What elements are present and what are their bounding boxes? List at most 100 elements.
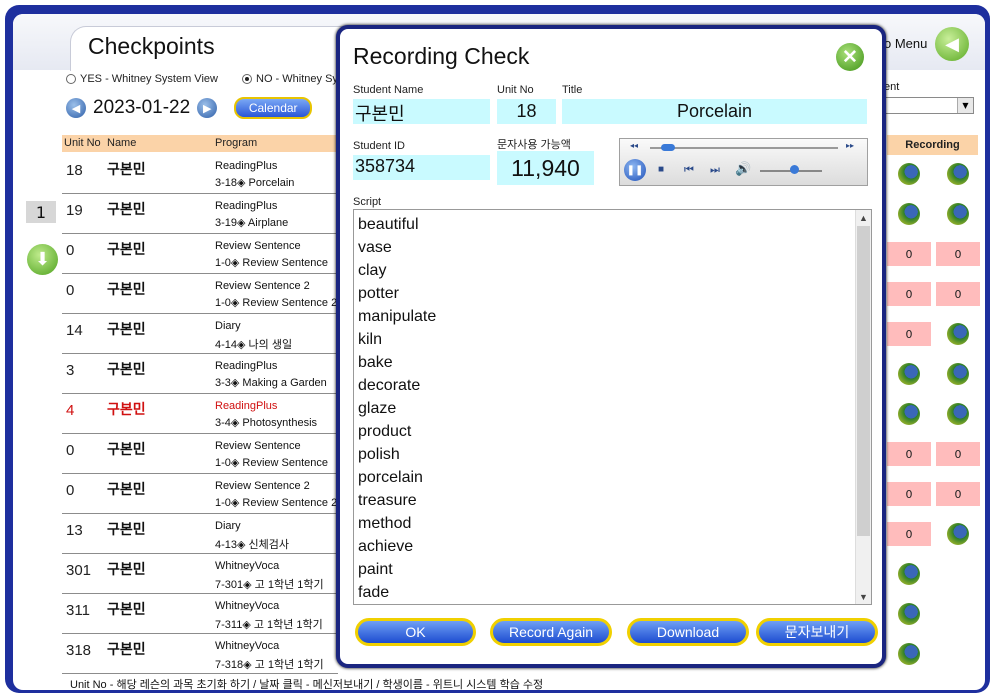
view-option-no[interactable]: NO - Whitney Sy xyxy=(242,73,338,85)
script-scrollbar[interactable]: ▲ ▼ xyxy=(855,210,871,604)
recording-cell[interactable] xyxy=(935,161,981,187)
back-arrow-icon[interactable]: ◀ xyxy=(935,27,969,61)
row-student-name[interactable]: 구본민 xyxy=(107,519,146,539)
recording-cell[interactable] xyxy=(935,321,981,347)
close-icon[interactable]: ✕ xyxy=(836,43,864,71)
microphone-icon[interactable] xyxy=(898,603,920,625)
row-lesson: 4-13◈ 신체검사 xyxy=(215,539,290,551)
row-student-name[interactable]: 구본민 xyxy=(107,599,146,619)
playback-position-knob[interactable] xyxy=(661,144,676,151)
scroll-thumb[interactable] xyxy=(857,226,870,536)
script-word: paint xyxy=(358,561,393,578)
recording-cell[interactable] xyxy=(886,161,932,187)
sms-balance-field: 11,940 xyxy=(497,151,594,185)
chevron-down-icon[interactable]: ▼ xyxy=(957,98,973,113)
row-unit-no[interactable]: 18 xyxy=(66,162,83,179)
microphone-icon[interactable] xyxy=(898,163,920,185)
row-program: Diary xyxy=(215,320,241,332)
row-unit-no[interactable]: 311 xyxy=(66,602,90,619)
microphone-icon[interactable] xyxy=(947,403,969,425)
row-student-name[interactable]: 구본민 xyxy=(107,359,146,379)
next-date-icon[interactable]: ▶ xyxy=(197,98,218,118)
row-unit-no[interactable]: 19 xyxy=(66,202,83,219)
next-icon[interactable]: ⏭ xyxy=(710,164,720,177)
microphone-icon[interactable] xyxy=(898,363,920,385)
chevron-up-icon[interactable]: ▲ xyxy=(856,210,871,225)
recording-cell[interactable] xyxy=(886,601,932,627)
microphone-icon[interactable] xyxy=(947,203,969,225)
row-unit-no[interactable]: 4 xyxy=(66,402,74,419)
table-row: 3 구본민 ReadingPlus 3-3◈ Making a Garden xyxy=(62,353,338,394)
menu-label[interactable]: o Menu xyxy=(884,36,927,51)
recording-count-cell: 0 xyxy=(886,321,932,347)
microphone-icon[interactable] xyxy=(947,323,969,345)
row-unit-no[interactable]: 0 xyxy=(66,482,74,499)
recording-cell[interactable] xyxy=(935,521,981,547)
row-student-name[interactable]: 구본민 xyxy=(107,279,146,299)
fast-forward-icon[interactable]: ▸▸ xyxy=(846,141,854,150)
script-word: product xyxy=(358,423,412,440)
prev-date-icon[interactable]: ◀ xyxy=(66,98,86,118)
row-student-name[interactable]: 구본민 xyxy=(107,319,146,339)
row-student-name[interactable]: 구본민 xyxy=(107,159,146,179)
previous-icon[interactable]: ⏮ xyxy=(684,164,694,177)
microphone-icon[interactable] xyxy=(947,523,969,545)
send-sms-button[interactable]: 문자보내기 xyxy=(756,618,878,646)
row-lesson: 7-311◈ 고 1학년 1학기 xyxy=(215,619,323,631)
pause-icon[interactable]: ❚❚ xyxy=(624,159,646,181)
row-student-name[interactable]: 구본민 xyxy=(107,479,146,499)
microphone-icon[interactable] xyxy=(947,163,969,185)
recording-cell[interactable] xyxy=(886,201,932,227)
row-student-name[interactable]: 구본민 xyxy=(107,439,146,459)
ok-button[interactable]: OK xyxy=(355,618,476,646)
row-program: WhitneyVoca xyxy=(215,600,280,612)
microphone-icon[interactable] xyxy=(898,403,920,425)
row-student-name[interactable]: 구본민 xyxy=(107,639,146,659)
recording-cell[interactable] xyxy=(886,361,932,387)
row-student-name[interactable]: 구본민 xyxy=(107,399,146,419)
row-unit-no[interactable]: 3 xyxy=(66,362,74,379)
row-unit-no[interactable]: 0 xyxy=(66,282,74,299)
unit-no-label: Unit No xyxy=(497,84,534,96)
script-textarea[interactable]: beautiful vase clay potter manipulate kiln bak… xyxy=(353,209,872,605)
right-filter-select[interactable]: ▼ xyxy=(884,97,974,114)
row-unit-no[interactable]: 318 xyxy=(66,642,91,659)
download-button[interactable]: Download xyxy=(627,618,749,646)
row-student-name[interactable]: 구본민 xyxy=(107,559,146,579)
recording-cell[interactable] xyxy=(935,361,981,387)
microphone-icon[interactable] xyxy=(898,563,920,585)
volume-icon[interactable]: 🔊 xyxy=(735,161,751,177)
microphone-icon[interactable] xyxy=(898,643,920,665)
row-student-name[interactable]: 구본민 xyxy=(107,199,146,219)
recording-count-cell: 0 xyxy=(886,281,932,307)
microphone-icon[interactable] xyxy=(947,363,969,385)
recording-cell[interactable] xyxy=(935,201,981,227)
audio-player: ◂◂ ▸▸ ❚❚ ■ ⏮ ⏭ 🔊 xyxy=(619,138,868,186)
page-number[interactable]: 1 xyxy=(26,201,56,223)
recording-cell[interactable] xyxy=(886,401,932,427)
calendar-button[interactable]: Calendar xyxy=(234,97,313,119)
recording-cell[interactable] xyxy=(886,641,932,667)
stop-icon[interactable]: ■ xyxy=(658,164,664,175)
row-unit-no[interactable]: 14 xyxy=(66,322,83,339)
row-student-name[interactable]: 구본민 xyxy=(107,239,146,259)
right-filter-label: ent xyxy=(884,81,900,93)
rewind-icon[interactable]: ◂◂ xyxy=(630,141,638,150)
scroll-down-arrow-icon[interactable]: ⬇ xyxy=(27,244,58,275)
row-unit-no[interactable]: 13 xyxy=(66,522,83,539)
radio-icon[interactable] xyxy=(66,74,76,84)
radio-selected-icon[interactable] xyxy=(242,74,252,84)
volume-knob[interactable] xyxy=(790,165,800,174)
current-date[interactable]: 2023-01-22 xyxy=(93,97,190,119)
row-unit-no[interactable]: 0 xyxy=(66,442,74,459)
row-unit-no[interactable]: 301 xyxy=(66,562,91,579)
recording-cell[interactable] xyxy=(935,401,981,427)
script-word: fade xyxy=(358,584,390,601)
recording-cell[interactable] xyxy=(886,561,932,587)
chevron-down-icon[interactable]: ▼ xyxy=(856,589,871,604)
row-unit-no[interactable]: 0 xyxy=(66,242,74,259)
playback-progress-track[interactable] xyxy=(650,147,838,149)
record-again-button[interactable]: Record Again xyxy=(490,618,612,646)
microphone-icon[interactable] xyxy=(898,203,920,225)
view-option-yes[interactable]: YES - Whitney System View xyxy=(66,73,218,85)
